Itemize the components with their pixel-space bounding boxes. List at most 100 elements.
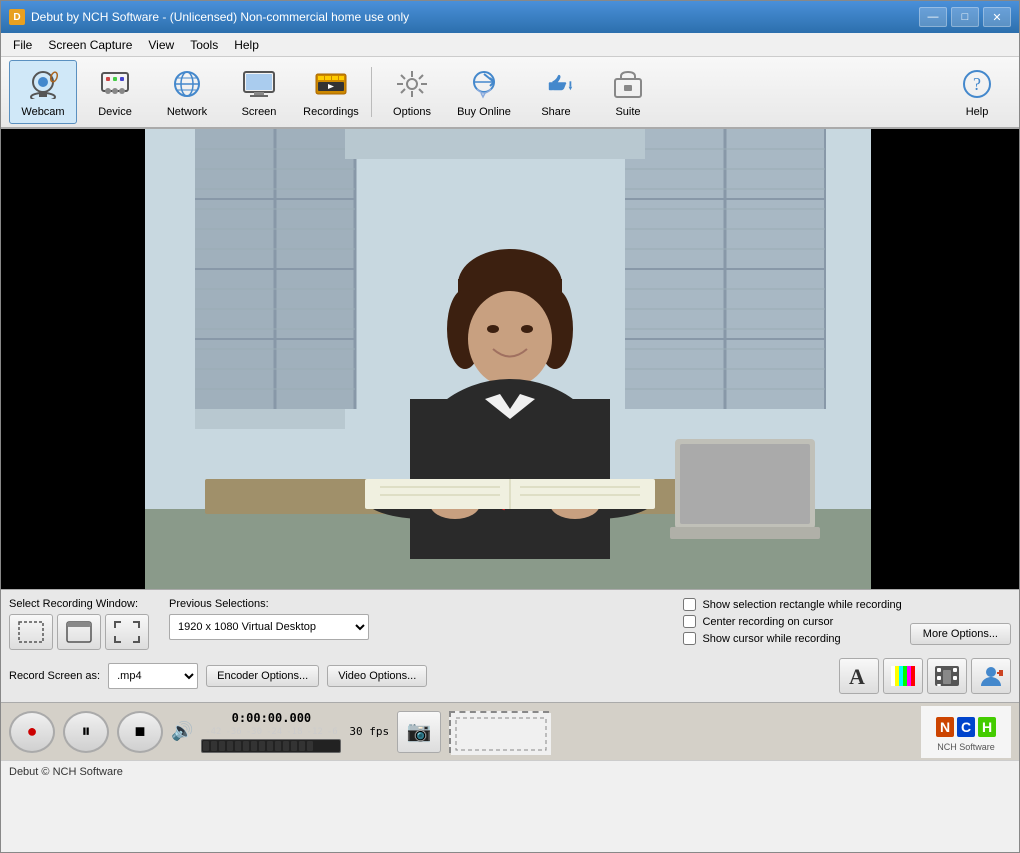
time-counter: 0:00:00.000 [232,711,311,725]
toolbar-btn-help[interactable]: ? Help [943,60,1011,124]
menu-tools[interactable]: Tools [182,36,226,54]
screenshot-button[interactable]: 📷 [397,711,441,753]
fps-display: 30 fps [349,725,389,738]
black-bar-left [1,129,149,589]
record-as-label: Record Screen as: [9,670,100,682]
checkboxes-section: Show selection rectangle while recording… [683,598,901,645]
window-buttons [9,614,149,650]
toolbar-btn-buy-online[interactable]: Buy Online [450,60,518,124]
video-area [1,129,1019,589]
show-selection-checkbox[interactable] [683,598,696,611]
menu-view[interactable]: View [140,36,182,54]
options-icon [394,66,430,102]
checkbox-center-cursor: Center recording on cursor [683,615,901,628]
screen-icon [241,66,277,102]
help-icon: ? [959,66,995,102]
right-icons: A [839,658,1011,694]
maximize-button[interactable]: □ [951,7,979,27]
toolbar-btn-network[interactable]: Network [153,60,221,124]
center-cursor-label: Center recording on cursor [702,616,833,628]
svg-text:C: C [961,719,971,735]
background-scene [145,129,875,589]
menu-help[interactable]: Help [226,36,267,54]
fullscreen-select-button[interactable] [105,614,149,650]
options-label: Options [393,106,431,118]
webcam-label: Webcam [21,106,64,118]
black-bar-right [871,129,1019,589]
filmstrip-button[interactable] [927,658,967,694]
suite-icon [610,66,646,102]
select-window-label: Select Recording Window: [9,598,149,610]
toolbar-btn-device[interactable]: Device [81,60,149,124]
toolbar-btn-screen[interactable]: Screen [225,60,293,124]
show-cursor-checkbox[interactable] [683,632,696,645]
app-icon: D [9,9,25,25]
stop-button[interactable]: ■ [117,711,163,753]
right-section: Show selection rectangle while recording… [683,598,1011,645]
network-icon [169,66,205,102]
network-label: Network [167,106,207,118]
bottom-controls: ● ⏸ ■ 🔊 0:00:00.000 -42 -36 -30 -24 -18 … [1,702,1019,760]
selections-dropdown[interactable]: 1920 x 1080 Virtual Desktop [169,614,369,640]
show-selection-label: Show selection rectangle while recording [702,599,901,611]
minimize-button[interactable]: — [919,7,947,27]
share-label: Share [541,106,570,118]
svg-text:A: A [849,664,865,689]
toolbar-btn-webcam[interactable]: Webcam [9,60,77,124]
toolbar-btn-recordings[interactable]: Recordings [297,60,365,124]
text-overlay-button[interactable]: A [839,658,879,694]
format-dropdown[interactable]: .mp4 [108,663,198,689]
screen-label: Screen [242,106,277,118]
checkbox-show-selection: Show selection rectangle while recording [683,598,901,611]
share-icon [538,66,574,102]
nch-logo: N C H NCH Software [921,706,1011,758]
video-options-button[interactable]: Video Options... [327,665,427,687]
nch-logo-image: N C H [936,712,996,742]
preview-thumbnail [449,711,549,753]
status-bar: Debut © NCH Software [1,760,1019,782]
svg-text:?: ? [973,74,981,94]
menu-file[interactable]: File [5,36,40,54]
status-text: Debut © NCH Software [9,766,123,778]
webcam-overlay-button[interactable] [971,658,1011,694]
nch-software-label: NCH Software [937,742,995,752]
window-select-button[interactable] [57,614,101,650]
window-controls: — □ ✕ [919,7,1011,27]
audio-level-meter [201,739,341,753]
buy-online-label: Buy Online [457,106,511,118]
close-button[interactable]: ✕ [983,7,1011,27]
menu-screen-capture[interactable]: Screen Capture [40,36,140,54]
show-cursor-label: Show cursor while recording [702,633,840,645]
previous-selections-label: Previous Selections: [169,598,369,610]
volume-button[interactable]: 🔊 [171,721,193,742]
title-bar: D Debut by NCH Software - (Unlicensed) N… [1,1,1019,33]
toolbar-btn-options[interactable]: Options [378,60,446,124]
center-cursor-checkbox[interactable] [683,615,696,628]
region-select-button[interactable] [9,614,53,650]
video-preview [145,129,875,589]
title-bar-left: D Debut by NCH Software - (Unlicensed) N… [9,9,409,25]
suite-label: Suite [615,106,640,118]
buy-online-icon [466,66,502,102]
webcam-icon [25,66,61,102]
svg-text:N: N [940,719,950,735]
more-options-button[interactable]: More Options... [910,623,1011,645]
previous-selections-section: Previous Selections: 1920 x 1080 Virtual… [169,598,369,640]
toolbar-btn-suite[interactable]: Suite [594,60,662,124]
device-icon [97,66,133,102]
toolbar-separator-1 [371,67,372,117]
recordings-label: Recordings [303,106,359,118]
color-bars-button[interactable] [883,658,923,694]
window-title: Debut by NCH Software - (Unlicensed) Non… [31,10,409,24]
select-window-section: Select Recording Window: [9,598,149,650]
recordings-icon [313,66,349,102]
toolbar: Webcam Device Ne [1,57,1019,129]
svg-text:H: H [982,719,992,735]
record-button[interactable]: ● [9,711,55,753]
checkbox-show-cursor: Show cursor while recording [683,632,901,645]
pause-button[interactable]: ⏸ [63,711,109,753]
device-label: Device [98,106,132,118]
toolbar-btn-share[interactable]: Share [522,60,590,124]
encoder-options-button[interactable]: Encoder Options... [206,665,319,687]
menu-bar: File Screen Capture View Tools Help [1,33,1019,57]
